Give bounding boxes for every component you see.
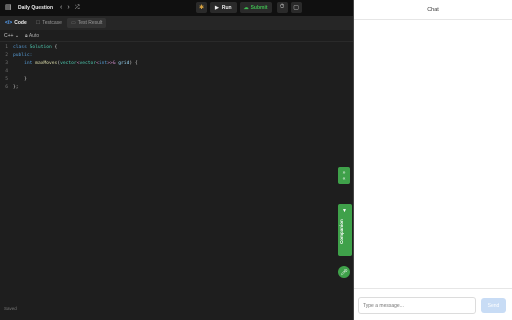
- language-select[interactable]: C++ ⌄: [4, 33, 19, 39]
- chat-panel: Chat Send: [354, 0, 512, 320]
- code-line: 6 };: [0, 84, 340, 92]
- collapse-icon: «: [342, 175, 346, 182]
- companion-label: Companion: [339, 219, 344, 244]
- code-icon: </>: [5, 20, 13, 26]
- save-status: Saved: [4, 306, 17, 311]
- chat-input[interactable]: [358, 297, 476, 314]
- next-icon[interactable]: ›: [67, 4, 69, 12]
- language-label: C++: [4, 32, 14, 39]
- auto-mode[interactable]: 🔒︎ Auto: [25, 33, 39, 39]
- submit-button[interactable]: ☁ Submit: [239, 2, 272, 13]
- language-bar: C++ ⌄ 🔒︎ Auto: [0, 30, 353, 42]
- code-token: {: [51, 45, 58, 50]
- code-line: 1 class Solution {: [0, 44, 340, 52]
- terminal-icon: ▭: [70, 20, 76, 26]
- toolbar-actions: ✱ ▶ Run ☁ Submit ⏱ ▢: [196, 2, 302, 13]
- code-token: maxMoves: [35, 61, 58, 66]
- timer-icon[interactable]: ⏱: [276, 2, 288, 13]
- code-token: vector: [60, 61, 77, 66]
- code-token: class: [13, 45, 27, 50]
- tab-testcase-label: Testcase: [42, 20, 62, 26]
- line-number: 3: [5, 61, 8, 66]
- shuffle-icon[interactable]: ⤮: [75, 4, 80, 12]
- line-number: 2: [5, 53, 8, 58]
- chat-footer: Send: [354, 288, 512, 320]
- code-token: };: [13, 85, 19, 90]
- chevron-down-icon: ⌄: [14, 32, 20, 39]
- code-token: int: [24, 61, 33, 66]
- code-line: 3 int maxMoves(vector < vector < int >>& grid…: [0, 60, 340, 68]
- tab-code-label: Code: [14, 20, 27, 26]
- code-token: }: [24, 77, 27, 82]
- debug-icon[interactable]: ✱: [196, 2, 207, 13]
- play-icon: ▶: [215, 4, 219, 11]
- code-token: >>&: [107, 61, 116, 66]
- line-number: 6: [5, 85, 8, 90]
- code-line: 5 }: [0, 76, 340, 84]
- code-line: 2 public:: [0, 52, 340, 60]
- checkbox-icon: ☐: [35, 20, 41, 26]
- code-token: Solution: [29, 45, 52, 50]
- submit-label: Submit: [250, 4, 268, 11]
- tab-test-result[interactable]: ▭ Test Result: [66, 18, 107, 28]
- tab-test-result-label: Test Result: [77, 20, 103, 26]
- menu-icon[interactable]: ▤: [5, 4, 13, 12]
- editor-tabs: </> Code ☐ Testcase ▭ Test Result: [0, 16, 353, 30]
- code-line: 4: [0, 68, 340, 76]
- notes-icon[interactable]: ▢: [290, 2, 302, 13]
- code-token: int: [98, 61, 108, 66]
- run-button[interactable]: ▶ Run: [210, 2, 237, 13]
- tab-code[interactable]: </> Code: [1, 18, 31, 28]
- line-number: 1: [5, 45, 8, 50]
- code-editor[interactable]: 1 class Solution { 2 public: 3 int maxMo…: [0, 44, 340, 92]
- auto-label: Auto: [28, 32, 40, 39]
- run-label: Run: [221, 4, 232, 11]
- app-root: ▤ Daily Question ‹ › ⤮ ✱ ▶ Run ☁ Submit …: [0, 0, 512, 320]
- chat-header: Chat: [354, 0, 512, 20]
- expand-panel-button[interactable]: » «: [338, 167, 350, 184]
- tab-testcase[interactable]: ☐ Testcase: [32, 18, 66, 28]
- chat-messages: [354, 20, 512, 288]
- line-number: 4: [5, 69, 8, 74]
- code-token: public:: [13, 53, 33, 58]
- send-button[interactable]: Send: [481, 298, 506, 313]
- microphone-icon[interactable]: 🎤︎: [338, 266, 350, 278]
- chat-title: Chat: [427, 6, 439, 13]
- top-bar: ▤ Daily Question ‹ › ⤮ ✱ ▶ Run ☁ Submit …: [0, 0, 353, 16]
- editor-pane: ▤ Daily Question ‹ › ⤮ ✱ ▶ Run ☁ Submit …: [0, 0, 353, 320]
- problem-title[interactable]: Daily Question: [18, 5, 53, 11]
- code-token: grid: [115, 61, 130, 66]
- prev-icon[interactable]: ‹: [60, 4, 62, 12]
- companion-button[interactable]: ▼ Companion: [338, 204, 352, 256]
- code-token: ) {: [129, 61, 138, 66]
- lock-icon: 🔒︎: [25, 32, 28, 39]
- cloud-upload-icon: ☁: [243, 4, 249, 11]
- line-number: 5: [5, 77, 8, 82]
- code-token: vector: [79, 61, 97, 66]
